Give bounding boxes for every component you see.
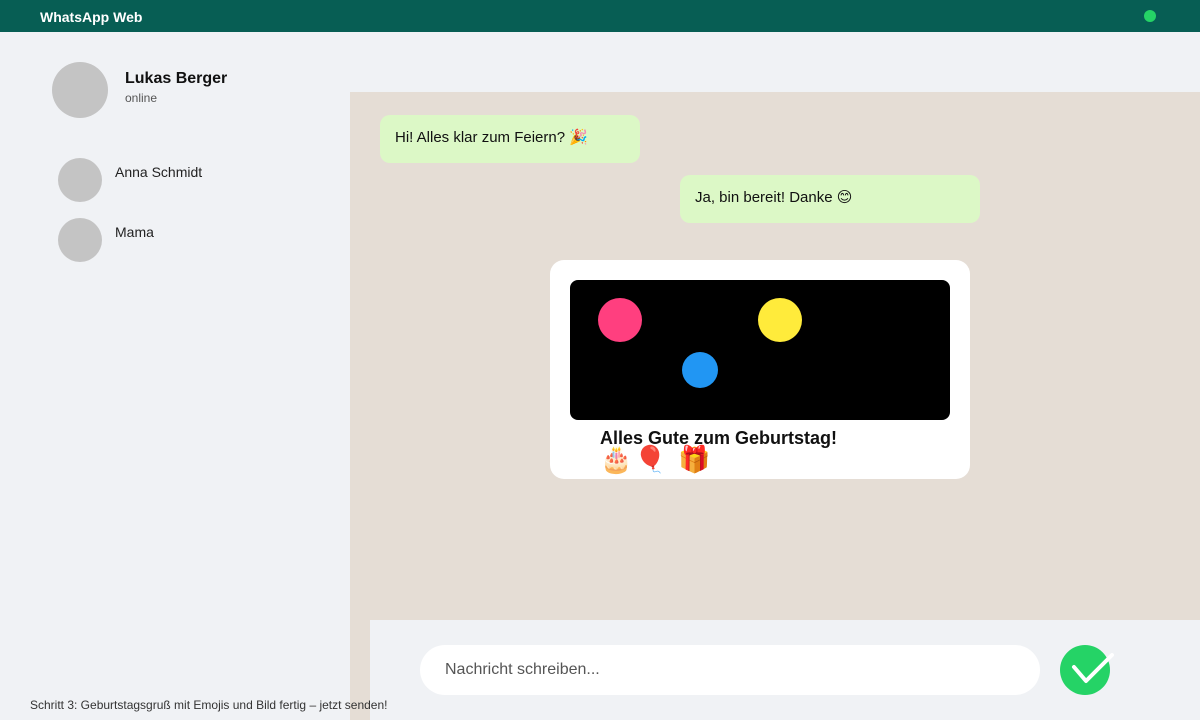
contact-name: Lukas Berger [125,70,228,87]
birthday-card: Alles Gute zum Geburtstag! 🎂🎈 🎁 [550,260,970,479]
sidebar: Lukas Berger online Anna Schmidt Mama [0,32,350,720]
message-input[interactable] [420,645,1040,695]
chat-list-item-anna[interactable]: Anna Schmidt [58,158,318,202]
blue-balloon [682,352,718,388]
send-button[interactable] [1060,645,1114,695]
message-bubble-incoming: Hi! Alles klar zum Feiern? 🎉 [380,115,640,163]
yellow-balloon [758,298,802,342]
avatar [58,218,102,262]
step-hint: Schritt 3: Geburtstagsgruß mit Emojis un… [30,698,388,712]
contact-status: online [125,91,158,105]
message-bubble-outgoing: Ja, bin bereit! Danke 😊 [680,175,980,223]
card-emojis: 🎂🎈 🎁 [600,444,713,474]
composer-bar [370,620,1200,720]
pink-balloon [598,298,642,342]
chat-list-item-name: Anna Schmidt [115,164,203,180]
online-dot-icon [1144,10,1156,22]
chat-list-item-name: Mama [115,224,154,240]
contact-avatar[interactable] [52,62,108,118]
birthday-image [570,280,950,420]
app-title: WhatsApp Web [40,9,143,25]
avatar [58,158,102,202]
checkmark-send-icon [1072,653,1114,683]
chat-list-item-mama[interactable]: Mama [58,218,318,262]
top-bar: WhatsApp Web [0,0,1200,32]
